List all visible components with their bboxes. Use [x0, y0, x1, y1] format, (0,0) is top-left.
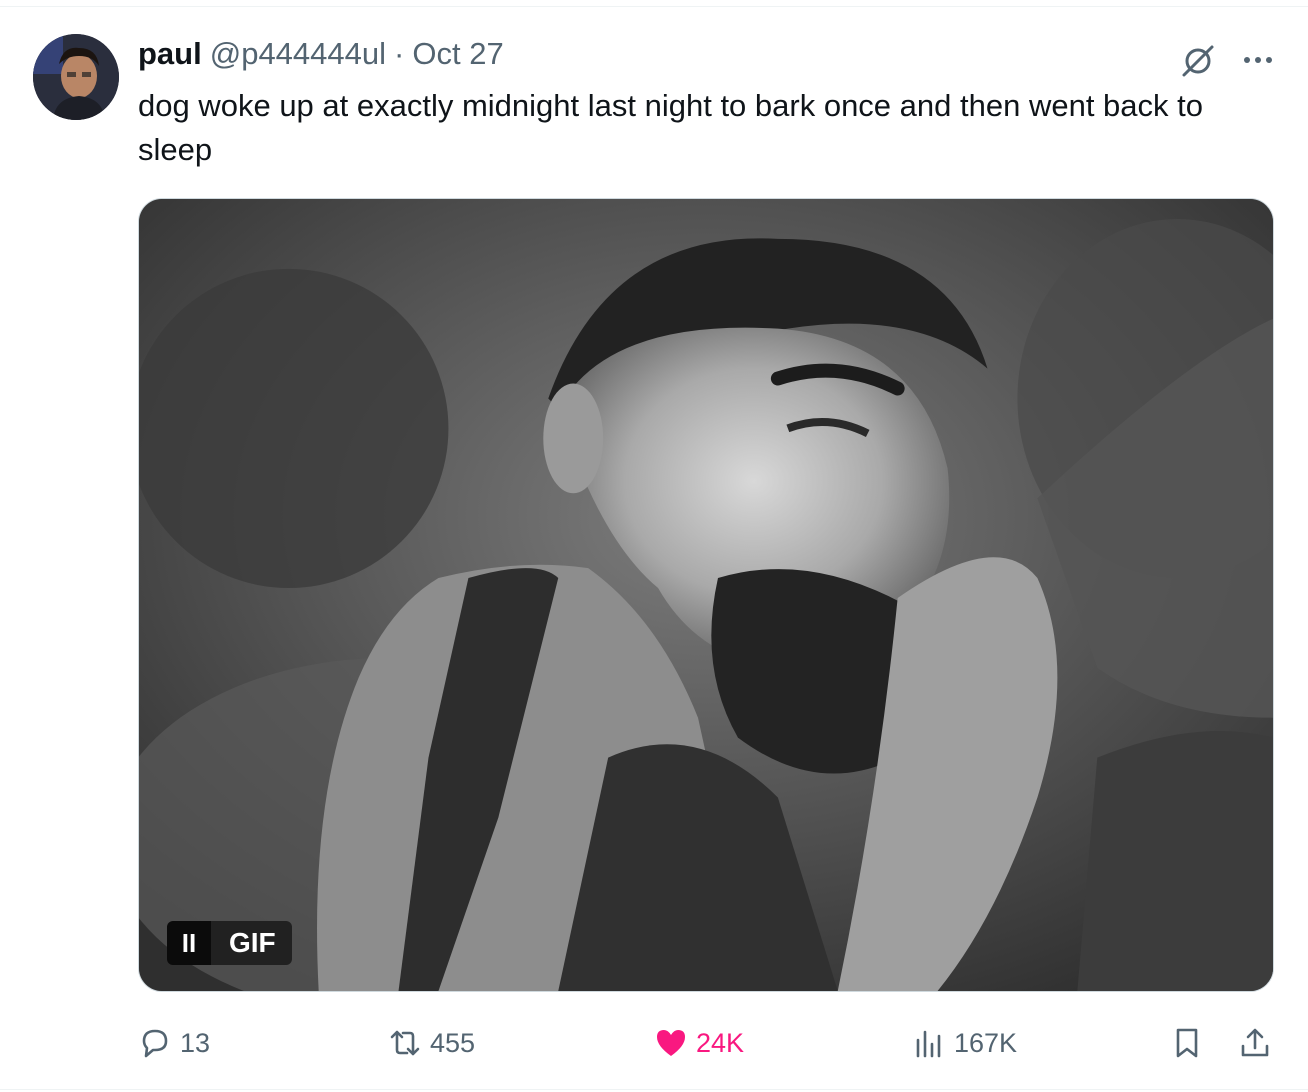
action-bar: 13 455 24K 167K — [138, 1020, 1288, 1066]
avatar-image — [33, 34, 119, 120]
tweet-date[interactable]: Oct 27 — [412, 36, 503, 72]
author-handle[interactable]: @p444444ul — [210, 36, 386, 72]
grok-icon[interactable] — [1178, 40, 1218, 80]
more-icon[interactable] — [1238, 40, 1278, 80]
repost-count: 455 — [430, 1027, 476, 1058]
like-count: 24K — [696, 1027, 745, 1058]
reply-button[interactable]: 13 — [138, 1020, 210, 1066]
tweet-header: paul @p444444ul · Oct 27 — [138, 36, 504, 76]
separator-dot: · — [394, 36, 405, 71]
like-button[interactable]: 24K — [654, 1020, 744, 1066]
views-button[interactable]: 167K — [912, 1020, 1017, 1066]
heart-icon — [657, 1030, 685, 1056]
tweet-text: dog woke up at exactly midnight last nig… — [138, 88, 1203, 167]
share-button[interactable] — [1238, 1020, 1272, 1066]
gif-frame-image — [139, 199, 1273, 991]
gif-media[interactable]: II GIF — [138, 198, 1274, 992]
repost-button[interactable]: 455 — [388, 1020, 475, 1066]
avatar[interactable] — [33, 34, 119, 120]
view-count: 167K — [954, 1027, 1018, 1058]
repost-icon — [390, 1030, 420, 1056]
bottom-divider — [0, 1089, 1308, 1090]
bookmark-button[interactable] — [1170, 1020, 1204, 1066]
reply-icon — [142, 1029, 168, 1058]
share-icon — [1241, 1028, 1269, 1057]
top-divider — [0, 6, 1308, 7]
author-name[interactable]: paul — [138, 36, 202, 72]
gif-badge: II GIF — [167, 921, 292, 965]
bookmark-icon — [1176, 1028, 1198, 1058]
views-icon — [916, 1030, 941, 1058]
reply-count: 13 — [180, 1027, 211, 1058]
pause-button[interactable]: II — [167, 921, 211, 965]
gif-label: GIF — [211, 921, 292, 965]
